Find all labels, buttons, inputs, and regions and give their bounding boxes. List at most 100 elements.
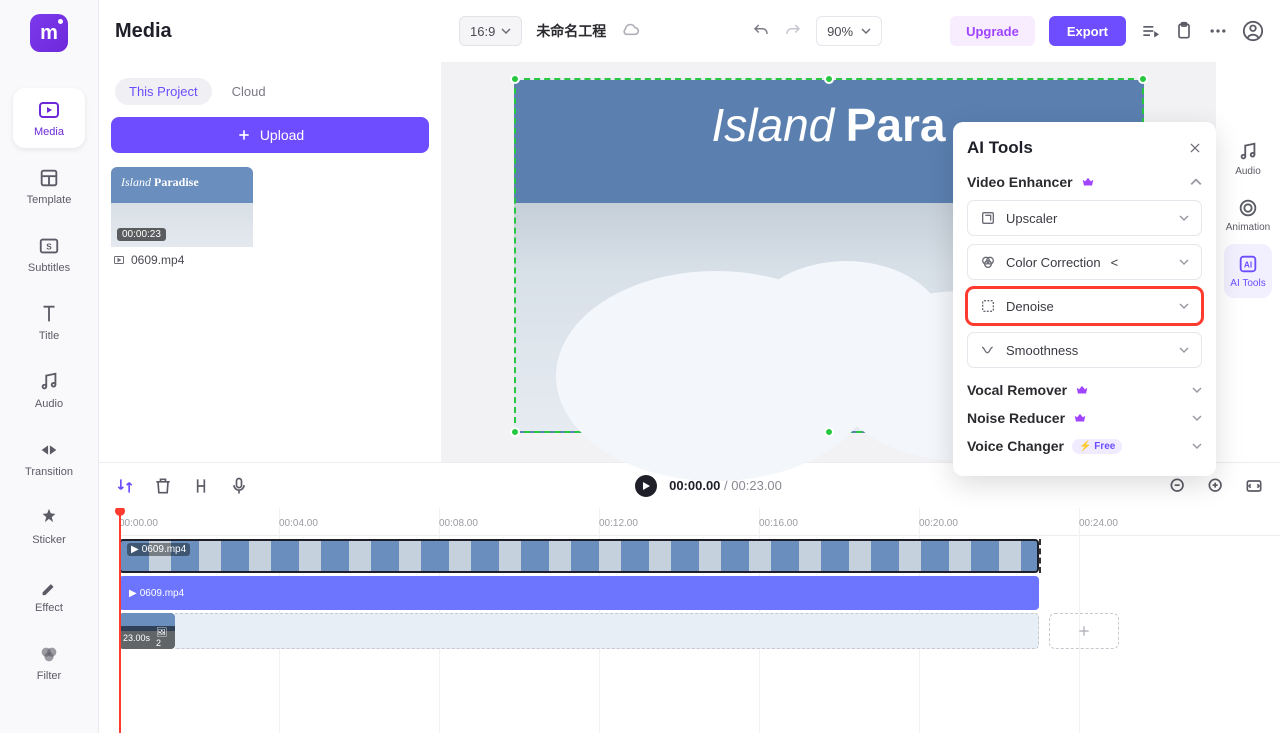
crown-icon (1075, 383, 1089, 397)
rail-effect[interactable]: Effect (13, 564, 85, 624)
title-icon (37, 302, 61, 326)
preview-area: Island Para AI Tools Video Enhancer (441, 62, 1216, 462)
ai-tools-panel: AI Tools Video Enhancer Upscaler Color C… (953, 122, 1216, 476)
rail-template[interactable]: Template (13, 156, 85, 216)
track-thumb-bar: 23.00s 🖼 2 (119, 626, 175, 649)
right-rail-audio[interactable]: Audio (1224, 132, 1272, 186)
video-enhancer-label: Video Enhancer (967, 174, 1073, 190)
vocal-remover-section[interactable]: Vocal Remover (967, 376, 1202, 404)
right-rail-audio-label: Audio (1235, 166, 1261, 177)
rail-title[interactable]: Title (13, 292, 85, 352)
rail-transition[interactable]: Transition (13, 428, 85, 488)
track-thumb-clip[interactable]: 23.00s 🖼 2 (119, 613, 175, 649)
video-track[interactable]: ▶ 0609.mp4 (119, 539, 1280, 573)
rail-subtitles-label: Subtitles (28, 262, 70, 274)
rail-filter[interactable]: Filter (13, 632, 85, 692)
right-rail-aitools[interactable]: AI AI Tools (1224, 244, 1272, 298)
voice-changer-section[interactable]: Voice Changer ⚡ Free (967, 432, 1202, 460)
resize-handle[interactable] (510, 74, 520, 84)
ruler-tick: 00:08.00 (439, 518, 478, 529)
thumbnail-image: Island Paradise 00:00:23 (111, 167, 253, 247)
close-icon[interactable] (1188, 141, 1202, 155)
media-thumbnail[interactable]: Island Paradise 00:00:23 0609.mp4 (111, 167, 253, 273)
fit-icon[interactable] (1244, 476, 1264, 496)
chevron-down-icon (501, 26, 511, 36)
main-area: Media 16:9 未命名工程 90% Upgrade Export This… (99, 0, 1280, 733)
resize-handle[interactable] (824, 74, 834, 84)
denoise-label: Denoise (1006, 299, 1054, 314)
ruler-tick: 00:24.00 (1079, 518, 1118, 529)
cloud-sync-icon[interactable] (620, 21, 640, 41)
timeline-ruler[interactable]: 00:00.00 00:04.00 00:08.00 00:12.00 00:1… (119, 508, 1280, 536)
right-rail-animation[interactable]: Animation (1224, 188, 1272, 242)
audio-clip[interactable]: ▶ 0609.mp4 (119, 576, 1039, 610)
left-rail: m Media Template S Subtitles Title Audio… (0, 0, 99, 733)
resize-handle[interactable] (824, 427, 834, 437)
thumb-title-italic: Island (121, 175, 151, 190)
add-clip-button[interactable] (1049, 613, 1119, 649)
user-avatar-icon[interactable] (1242, 20, 1264, 42)
video-clip[interactable]: ▶ 0609.mp4 (119, 539, 1039, 573)
upload-button[interactable]: Upload (111, 117, 429, 153)
export-button[interactable]: Export (1049, 16, 1126, 46)
timeline[interactable]: 00:00.00 00:04.00 00:08.00 00:12.00 00:1… (99, 508, 1280, 733)
thumb-track[interactable]: 23.00s 🖼 2 (119, 613, 1280, 651)
playlist-icon[interactable] (1140, 21, 1160, 41)
resize-handle[interactable] (510, 427, 520, 437)
playhead[interactable] (119, 508, 121, 733)
project-name[interactable]: 未命名工程 (536, 21, 606, 41)
rail-audio[interactable]: Audio (13, 360, 85, 420)
right-rail: Audio Animation AI AI Tools (1216, 62, 1280, 462)
video-enhancer-section[interactable]: Video Enhancer (967, 174, 1202, 190)
zoom-out-icon[interactable] (1168, 476, 1188, 496)
zoom-select[interactable]: 90% (816, 16, 882, 46)
color-correction-option[interactable]: Color Correction < (967, 244, 1202, 280)
video-file-icon (113, 254, 125, 266)
chevron-down-icon (1179, 213, 1189, 223)
zoom-value: 90% (827, 24, 853, 39)
chevron-down-icon (861, 26, 871, 36)
smoothness-option[interactable]: Smoothness (967, 332, 1202, 368)
resize-handle[interactable] (1138, 74, 1148, 84)
upgrade-button[interactable]: Upgrade (950, 16, 1035, 46)
tab-cloud[interactable]: Cloud (218, 78, 280, 105)
more-menu-icon[interactable] (1208, 21, 1228, 41)
smoothness-icon (980, 342, 996, 358)
upscaler-option[interactable]: Upscaler (967, 200, 1202, 236)
ruler-tick: 00:16.00 (759, 518, 798, 529)
ruler-tick: 00:00.00 (119, 518, 158, 529)
chevron-down-icon (1179, 301, 1189, 311)
page-title: Media (115, 20, 445, 43)
play-button[interactable] (635, 475, 657, 497)
sticker-icon (37, 506, 61, 530)
ruler-tick: 00:20.00 (919, 518, 958, 529)
media-icon (37, 98, 61, 122)
undo-button[interactable] (752, 22, 770, 40)
clipboard-icon[interactable] (1174, 21, 1194, 41)
zoom-in-icon[interactable] (1206, 476, 1226, 496)
canvas-title-bold: Para (846, 99, 946, 151)
voice-icon[interactable] (229, 476, 249, 496)
upload-label: Upload (260, 127, 304, 143)
upscaler-label: Upscaler (1006, 211, 1057, 226)
free-badge: ⚡ Free (1072, 439, 1122, 454)
rail-sticker[interactable]: Sticker (13, 496, 85, 556)
denoise-option[interactable]: Denoise (967, 288, 1202, 324)
vocal-remover-label: Vocal Remover (967, 382, 1067, 398)
audio-track[interactable]: ▶ 0609.mp4 (119, 576, 1280, 610)
ruler-tick: 00:04.00 (279, 518, 318, 529)
noise-reducer-section[interactable]: Noise Reducer (967, 404, 1202, 432)
chevron-down-icon (1179, 257, 1189, 267)
color-icon (980, 254, 996, 270)
right-rail-aitools-label: AI Tools (1230, 278, 1265, 289)
media-tabs: This Project Cloud (111, 62, 429, 117)
rail-media[interactable]: Media (13, 88, 85, 148)
tab-this-project[interactable]: This Project (115, 78, 212, 105)
aspect-ratio-select[interactable]: 16:9 (459, 16, 522, 46)
split-icon[interactable] (191, 476, 211, 496)
audio-icon (37, 370, 61, 394)
delete-icon[interactable] (153, 476, 173, 496)
sort-tracks-icon[interactable] (115, 476, 135, 496)
redo-button[interactable] (784, 22, 802, 40)
rail-subtitles[interactable]: S Subtitles (13, 224, 85, 284)
